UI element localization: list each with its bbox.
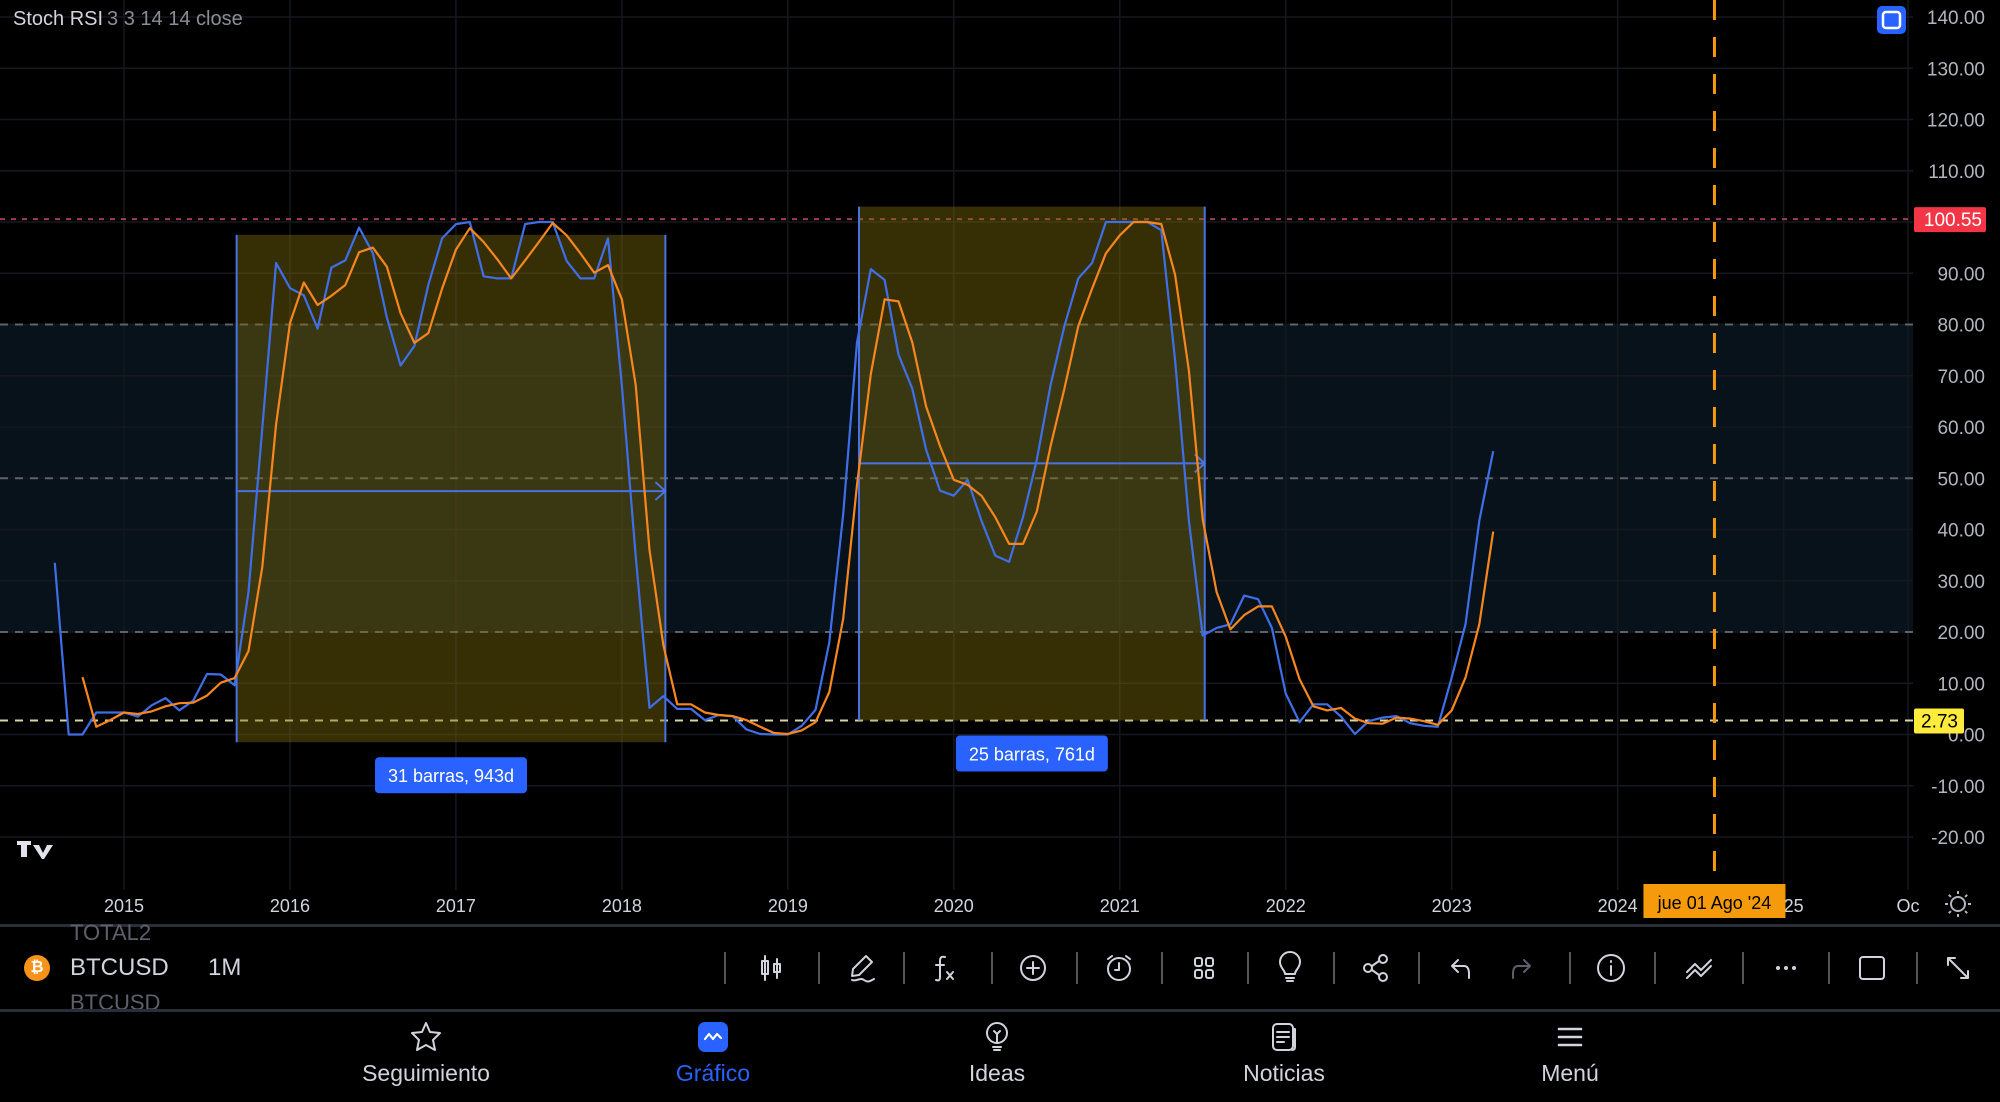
redo-icon[interactable] [1502,950,1538,986]
settings-gear-tooth [1948,894,1952,898]
alarm-icon[interactable] [1101,950,1137,986]
nav-item-chart[interactable]: Gráfico [613,1018,813,1087]
x-tick-label: 2018 [602,896,642,916]
x-tick-label: 2023 [1432,896,1472,916]
toolbar-separator [1161,952,1163,984]
info-icon[interactable] [1593,950,1629,986]
x-tick-label: 2021 [1100,896,1140,916]
settings-gear-icon[interactable] [1950,896,1966,912]
toolbar-separator [724,952,726,984]
settings-gear-tooth [1964,910,1968,914]
toolbar-separator [991,952,993,984]
low-price-label: 2.73 [1921,712,1958,733]
grid-icon[interactable] [1186,950,1222,986]
share-icon[interactable] [1358,950,1394,986]
lightbulb-icon [897,1018,1097,1056]
y-tick-label: 110.00 [1928,162,1985,183]
plus-circle-icon[interactable] [1015,950,1051,986]
y-tick-label: 30.00 [1937,572,1985,593]
strategy-icon[interactable] [1681,950,1717,986]
measure-label: 31 barras, 943d [388,766,514,786]
menu-icon [1470,1018,1670,1056]
nav-item-lightbulb[interactable]: Ideas [897,1018,1097,1087]
x-tick-label: 2019 [768,896,808,916]
high-price-label: 100.55 [1924,210,1982,231]
prev-symbol[interactable]: TOTAL21S [70,920,151,944]
x-tick-label: 2016 [270,896,310,916]
indicator-params: 3 3 14 14 close [107,8,243,30]
y-tick-label: 130.00 [1927,59,1985,80]
fx-icon[interactable] [927,950,963,986]
date-range-box [236,234,666,743]
chart-icon [613,1018,813,1056]
measure-label: 25 barras, 761d [969,745,1095,765]
square-icon[interactable] [1854,950,1890,986]
expand-icon[interactable] [1940,950,1976,986]
y-tick-label: -20.00 [1931,828,1985,849]
toolbar-separator [903,952,905,984]
indicator-legend[interactable]: Stoch RSI 3 3 14 14 close [13,8,243,31]
nav-label: Noticias [1243,1060,1325,1086]
crosshair-date-label: jue 01 Ago '24 [1657,893,1772,913]
y-tick-label: 20.00 [1937,623,1985,644]
x-tick-label: 2015 [104,896,144,916]
symbol-button[interactable]: BTCUSD [70,954,169,982]
toolbar-separator [1333,952,1335,984]
settings-gear-tooth [1964,894,1968,898]
news-icon [1184,1018,1384,1056]
axis-divider [0,924,2000,927]
nav-label: Ideas [968,1060,1026,1086]
nav-item-news[interactable]: Noticias [1184,1018,1384,1087]
nav-item-menu[interactable]: Menú [1470,1018,1670,1087]
y-tick-label: 40.00 [1937,521,1985,542]
y-tick-label: -10.00 [1931,777,1985,798]
toolbar-separator [818,952,820,984]
nav-label: Gráfico [675,1060,751,1086]
x-tick-label: 2017 [436,896,476,916]
y-tick-label: 90.00 [1937,264,1985,285]
nav-item-star[interactable]: Seguimiento [326,1018,526,1087]
star-icon [326,1018,526,1056]
fullscreen-toggle-icon[interactable] [1877,6,1906,34]
next-symbol-name: BTCUSD [70,990,161,1010]
toolbar-separator [1247,952,1249,984]
y-tick-label: 70.00 [1937,367,1985,388]
tradingview-logo [17,841,53,859]
toolbar-separator [1742,952,1744,984]
nav-label: Menú [1541,1060,1599,1086]
x-tick-label: Oc [1897,896,1920,916]
nav-label: Seguimiento [362,1060,490,1086]
interval-button[interactable]: 1M [208,954,241,982]
toolbar-divider [0,1009,2000,1012]
y-tick-label: 140.00 [1927,8,1985,29]
toolbar-separator [1654,952,1656,984]
toolbar-separator [1076,952,1078,984]
toolbar-separator [1916,952,1918,984]
pencil-icon[interactable] [844,950,880,986]
bitcoin-icon: ₿ [24,955,50,981]
indicator-name: Stoch RSI [13,8,104,30]
y-tick-label: 60.00 [1937,418,1985,439]
next-symbol[interactable]: BTCUSD4h [70,990,160,1010]
y-tick-label: 80.00 [1937,316,1985,337]
y-tick-label: 120.00 [1927,111,1985,132]
x-tick-label: 2022 [1266,896,1306,916]
undo-icon[interactable] [1444,950,1480,986]
candles-icon[interactable] [753,950,789,986]
settings-gear-tooth [1948,910,1952,914]
toolbar-separator [1418,952,1420,984]
more-icon[interactable] [1768,950,1804,986]
stoch-rsi-chart[interactable]: 31 barras, 943d 25 barras, 761d 140.00 130.… [0,0,2000,925]
toolbar-separator [1828,952,1830,984]
x-tick-label: 2024 [1598,896,1638,916]
y-tick-label: 50.00 [1937,469,1985,490]
x-tick-label: 2020 [934,896,974,916]
y-tick-label: 10.00 [1937,674,1985,695]
lightbulb-icon[interactable] [1272,950,1308,986]
toolbar-separator [1569,952,1571,984]
prev-symbol-name: TOTAL2 [70,920,152,944]
